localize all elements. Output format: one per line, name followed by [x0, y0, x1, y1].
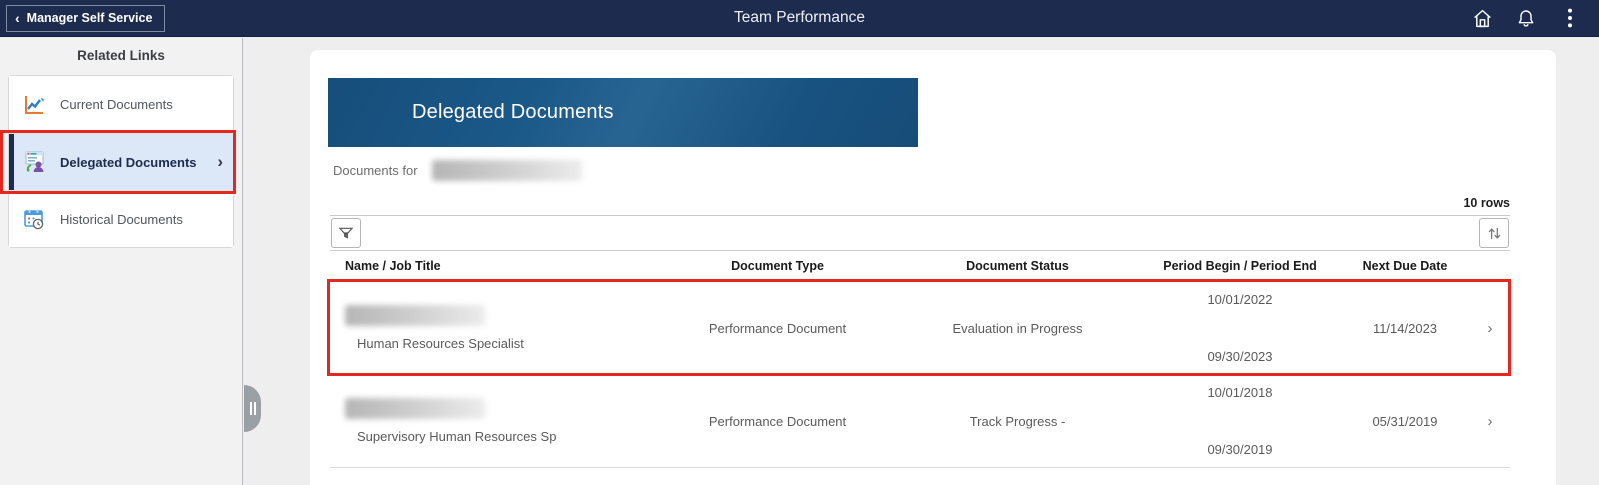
- col-header-name-job-title: Name / Job Title: [345, 259, 441, 273]
- sort-button[interactable]: [1479, 218, 1509, 248]
- page-banner: Delegated Documents: [328, 78, 918, 147]
- related-links-heading: Related Links: [77, 48, 165, 63]
- table-row[interactable]: Human Resources Specialist Performance D…: [327, 279, 1511, 376]
- row-count-badge: 10 rows: [1463, 196, 1510, 210]
- app-header: ‹ Manager Self Service Team Performance: [0, 0, 1599, 37]
- period-end: 09/30/2019: [1207, 442, 1273, 457]
- back-button-label: Manager Self Service: [26, 11, 153, 25]
- document-type-cell: Performance Document: [708, 413, 847, 429]
- col-header-period: Period Begin / Period End: [1163, 259, 1317, 273]
- sidebar-item-historical-documents[interactable]: Historical Documents: [9, 190, 233, 247]
- grid-toolbar: [330, 215, 1510, 251]
- document-status-cell: Track Progress -: [969, 413, 1066, 429]
- name-job-cell: Supervisory Human Resources Sp: [330, 398, 660, 444]
- sidebar-item-delegated-documents[interactable]: Delegated Documents ›: [0, 130, 236, 194]
- next-due-date-cell: 11/14/2023: [1372, 320, 1438, 336]
- page-title: Team Performance: [734, 9, 865, 26]
- period-begin: 10/01/2022: [1207, 292, 1273, 307]
- job-title: Human Resources Specialist: [357, 336, 524, 351]
- next-due-date-cell: 05/31/2019: [1372, 413, 1438, 429]
- header-actions: [1471, 7, 1599, 29]
- back-button[interactable]: ‹ Manager Self Service: [6, 4, 166, 32]
- sidebar-item-label: Delegated Documents: [60, 154, 197, 170]
- banner-title: Delegated Documents: [412, 101, 614, 123]
- redacted-name: [431, 160, 582, 181]
- back-chevron-icon: ‹: [15, 10, 20, 26]
- redacted-name: [345, 398, 485, 419]
- sidebar-item-label: Current Documents: [60, 97, 173, 112]
- redacted-name: [345, 305, 485, 326]
- sort-arrows-icon: [1488, 227, 1500, 239]
- documents-for-label: Documents for: [333, 163, 418, 178]
- related-links-list: Current Documents Delegated Documents › …: [0, 75, 236, 248]
- notifications-bell-icon[interactable]: [1515, 7, 1537, 29]
- table-header-row: Name / Job Title Document Type Document …: [330, 251, 1510, 282]
- filter-funnel-icon: [338, 227, 354, 239]
- col-header-next-due-date: Next Due Date: [1362, 259, 1448, 273]
- period-end: 09/30/2023: [1207, 349, 1273, 364]
- delegated-person-icon: [21, 149, 47, 175]
- document-type-cell: Performance Document: [708, 320, 847, 336]
- home-icon[interactable]: [1471, 7, 1493, 29]
- delegated-documents-page: Delegated Documents Documents for 10 row…: [310, 50, 1556, 485]
- documents-grid: Name / Job Title Document Type Document …: [327, 215, 1511, 468]
- table-row[interactable]: Supervisory Human Resources Sp Performan…: [330, 375, 1510, 468]
- document-status-cell: Evaluation in Progress: [952, 320, 1083, 336]
- sidebar-item-label: Historical Documents: [60, 211, 183, 227]
- selected-indicator-bar: [9, 134, 14, 190]
- line-chart-icon: [21, 92, 47, 118]
- period-begin: 10/01/2018: [1207, 385, 1273, 400]
- col-header-document-status: Document Status: [966, 259, 1069, 273]
- sidebar-item-current-documents[interactable]: Current Documents: [9, 76, 233, 133]
- chevron-right-icon: ›: [217, 152, 223, 171]
- more-kebab-icon[interactable]: [1559, 7, 1581, 29]
- chevron-right-icon[interactable]: ›: [1470, 320, 1510, 337]
- job-title: Supervisory Human Resources Sp: [357, 429, 557, 444]
- period-cell: 10/01/2022 09/30/2023: [1140, 292, 1340, 364]
- calendar-clock-icon: [21, 206, 47, 232]
- name-job-cell: Human Resources Specialist: [330, 305, 660, 351]
- filter-button[interactable]: [331, 218, 361, 248]
- documents-for-line: Documents for: [333, 160, 582, 181]
- col-header-document-type: Document Type: [731, 259, 824, 273]
- related-links-panel: Related Links Current Documents Delegate…: [0, 38, 243, 485]
- chevron-right-icon[interactable]: ›: [1470, 413, 1510, 430]
- period-cell: 10/01/2018 09/30/2019: [1140, 385, 1340, 457]
- panel-resize-handle[interactable]: [244, 385, 261, 432]
